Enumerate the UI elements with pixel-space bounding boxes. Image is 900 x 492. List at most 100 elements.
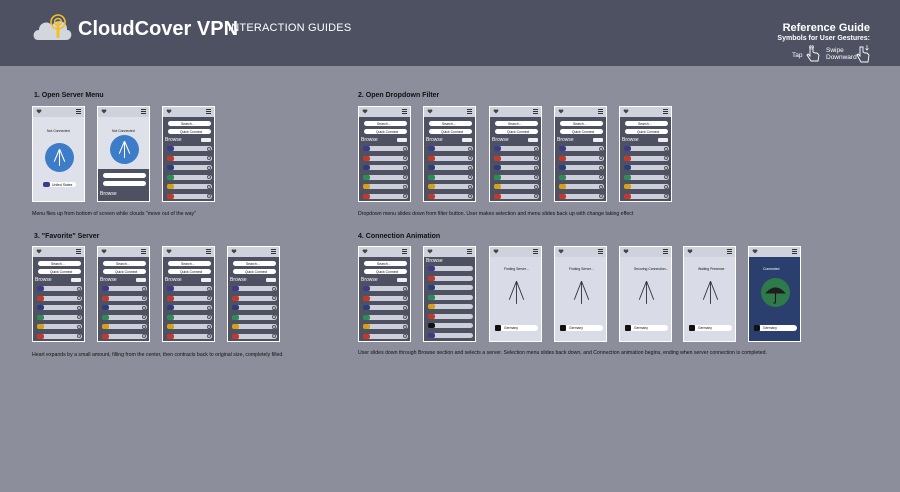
server-row[interactable]	[167, 324, 212, 329]
menu-icon[interactable]	[598, 249, 603, 254]
server-row[interactable]	[624, 146, 669, 151]
server-row[interactable]	[363, 184, 408, 189]
server-row[interactable]	[363, 165, 408, 170]
menu-icon[interactable]	[141, 109, 146, 114]
server-row[interactable]	[428, 313, 473, 319]
heart-icon[interactable]	[36, 109, 42, 114]
server-row[interactable]	[232, 286, 277, 291]
filter-button[interactable]	[201, 278, 211, 282]
server-row[interactable]	[363, 333, 408, 339]
server-row[interactable]	[102, 314, 147, 320]
selected-server[interactable]: Germany	[560, 325, 603, 331]
menu-icon[interactable]	[533, 109, 538, 114]
menu-icon[interactable]	[598, 109, 603, 114]
server-row[interactable]	[428, 184, 473, 189]
filter-button[interactable]	[71, 278, 81, 282]
quick-connect-button[interactable]	[103, 181, 146, 186]
heart-icon[interactable]	[362, 109, 368, 114]
heart-icon[interactable]	[231, 249, 237, 254]
menu-icon[interactable]	[663, 249, 668, 254]
server-row[interactable]	[167, 184, 212, 189]
server-row[interactable]	[559, 155, 604, 161]
server-row[interactable]	[428, 294, 473, 300]
server-row[interactable]	[167, 333, 212, 339]
heart-icon[interactable]	[427, 109, 433, 114]
server-row[interactable]	[167, 305, 212, 310]
server-row[interactable]	[363, 295, 408, 301]
server-row[interactable]	[232, 324, 277, 329]
server-row[interactable]	[559, 174, 604, 180]
server-row[interactable]	[167, 155, 212, 161]
server-row[interactable]	[37, 295, 82, 301]
server-row[interactable]	[232, 333, 277, 339]
server-row[interactable]	[428, 266, 473, 271]
server-row[interactable]	[363, 174, 408, 180]
server-row[interactable]	[363, 193, 408, 199]
server-row[interactable]	[494, 165, 539, 170]
server-row[interactable]	[624, 193, 669, 199]
menu-icon[interactable]	[467, 109, 472, 114]
selected-server[interactable]: Germany	[754, 325, 797, 331]
server-row[interactable]	[232, 314, 277, 320]
heart-icon[interactable]	[558, 109, 564, 114]
menu-icon[interactable]	[533, 249, 538, 254]
server-row[interactable]	[37, 314, 82, 320]
server-row[interactable]	[559, 146, 604, 151]
filter-button[interactable]	[136, 278, 146, 282]
server-row[interactable]	[232, 305, 277, 310]
server-row[interactable]	[102, 333, 147, 339]
menu-icon[interactable]	[402, 109, 407, 114]
connect-button[interactable]	[110, 135, 139, 164]
heart-icon[interactable]	[623, 249, 629, 254]
menu-icon[interactable]	[206, 249, 211, 254]
server-row[interactable]	[428, 285, 473, 290]
server-row[interactable]	[102, 305, 147, 310]
server-row[interactable]	[102, 324, 147, 329]
server-row[interactable]	[167, 286, 212, 291]
menu-icon[interactable]	[727, 249, 732, 254]
filter-button[interactable]	[528, 138, 538, 142]
selected-server[interactable]: United States	[43, 182, 76, 187]
server-row[interactable]	[624, 174, 669, 180]
connect-button[interactable]	[45, 143, 74, 172]
server-row[interactable]	[363, 155, 408, 161]
heart-icon[interactable]	[558, 249, 564, 254]
server-row[interactable]	[363, 286, 408, 291]
server-row[interactable]	[494, 193, 539, 199]
server-row[interactable]	[232, 295, 277, 301]
server-row[interactable]	[624, 155, 669, 161]
server-row[interactable]	[494, 155, 539, 161]
filter-button[interactable]	[397, 278, 407, 282]
search-input[interactable]	[103, 173, 146, 178]
server-row[interactable]	[428, 174, 473, 180]
heart-icon[interactable]	[623, 109, 629, 114]
server-row[interactable]	[428, 193, 473, 199]
heart-icon[interactable]	[427, 249, 433, 254]
selected-server[interactable]: Germany	[625, 325, 668, 331]
server-row[interactable]	[428, 146, 473, 151]
menu-icon[interactable]	[663, 109, 668, 114]
heart-icon[interactable]	[101, 249, 107, 254]
server-row[interactable]	[559, 193, 604, 199]
menu-icon[interactable]	[76, 109, 81, 114]
selected-server[interactable]: Germany	[495, 325, 538, 331]
server-row[interactable]	[624, 184, 669, 189]
menu-icon[interactable]	[76, 249, 81, 254]
server-row[interactable]	[37, 286, 82, 291]
menu-icon[interactable]	[271, 249, 276, 254]
filter-button[interactable]	[593, 138, 603, 142]
server-row[interactable]	[559, 184, 604, 189]
heart-icon[interactable]	[166, 249, 172, 254]
server-row[interactable]	[428, 332, 473, 338]
menu-icon[interactable]	[206, 109, 211, 114]
server-row[interactable]	[428, 165, 473, 170]
server-row[interactable]	[494, 146, 539, 151]
filter-button[interactable]	[462, 138, 472, 142]
menu-icon[interactable]	[792, 249, 797, 254]
heart-icon[interactable]	[362, 249, 368, 254]
server-row[interactable]	[428, 323, 473, 328]
server-row[interactable]	[167, 314, 212, 320]
filter-button[interactable]	[397, 138, 407, 142]
server-row[interactable]	[494, 184, 539, 189]
server-row[interactable]	[559, 165, 604, 170]
